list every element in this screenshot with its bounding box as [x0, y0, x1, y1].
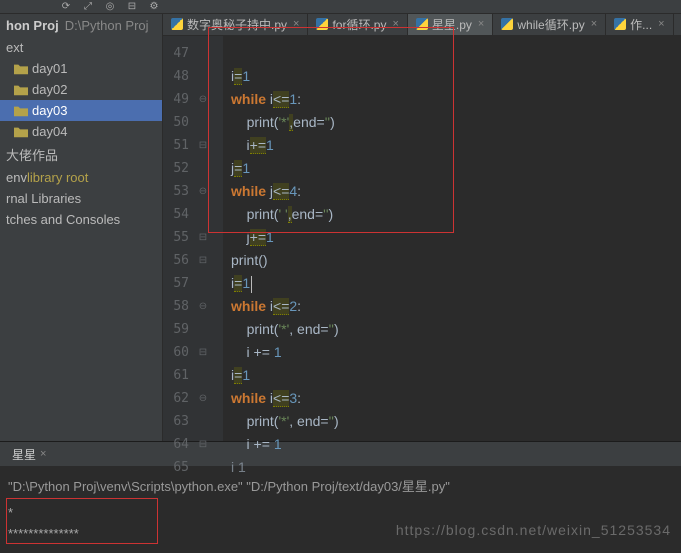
- gutter: 474849⊖5051⊟5253⊖5455⊟56⊟5758⊖5960⊟6162⊖…: [163, 36, 223, 441]
- project-tree: extday01day02day03day04大佬作品env library r…: [0, 37, 162, 230]
- close-icon[interactable]: ×: [591, 18, 597, 30]
- tree-item[interactable]: env library root: [0, 167, 162, 188]
- run-tab-label: 星星: [12, 446, 36, 463]
- close-icon[interactable]: ×: [478, 18, 484, 30]
- console-command: "D:\Python Proj\venv\Scripts\python.exe"…: [8, 476, 673, 495]
- editor-tab[interactable]: 数字奥秘子持中.py×: [163, 14, 308, 35]
- tree-item[interactable]: rnal Libraries: [0, 188, 162, 209]
- expand-icon[interactable]: ⤢: [82, 1, 94, 13]
- line-number: 51: [163, 138, 193, 153]
- code-line[interactable]: j+=1: [223, 226, 681, 249]
- line-number: 58: [163, 299, 193, 314]
- line-number: 47: [163, 46, 193, 61]
- main-row: hon Proj D:\Python Proj extday01day02day…: [0, 14, 681, 441]
- code-line[interactable]: j=1: [223, 157, 681, 180]
- fold-icon[interactable]: ⊖: [193, 94, 213, 105]
- code-line[interactable]: while i<=2:: [223, 295, 681, 318]
- tree-item[interactable]: tches and Consoles: [0, 209, 162, 230]
- line-number: 53: [163, 184, 193, 199]
- project-root-name: hon Proj: [6, 18, 59, 33]
- code-line[interactable]: i=1: [223, 65, 681, 88]
- code-line[interactable]: print(): [223, 249, 681, 272]
- tree-item[interactable]: day04: [0, 121, 162, 142]
- editor-area: 数字奥秘子持中.py×for循环.py×星星.py×while循环.py×作..…: [163, 14, 681, 441]
- top-toolbar: ⟳ ⤢ ◎ ⊟ ⚙: [0, 0, 681, 14]
- python-icon: [171, 18, 183, 30]
- fold-icon[interactable]: ⊟: [193, 232, 213, 243]
- line-number: 52: [163, 161, 193, 176]
- code-line[interactable]: print('*',end=''): [223, 111, 681, 134]
- line-number: 57: [163, 276, 193, 291]
- editor-tab[interactable]: while循环.py×: [493, 14, 606, 35]
- console-output-line: *: [8, 505, 673, 520]
- settings-icon[interactable]: ⚙: [148, 1, 160, 13]
- editor-tab[interactable]: 作...×: [606, 14, 673, 35]
- line-number: 61: [163, 368, 193, 383]
- fold-icon[interactable]: ⊖: [193, 393, 213, 404]
- tree-item[interactable]: day03: [0, 100, 162, 121]
- python-icon: [614, 18, 626, 30]
- code-line[interactable]: print('*', end=''): [223, 410, 681, 433]
- line-number: 48: [163, 69, 193, 84]
- code-text[interactable]: i=1while i<=1: print('*',end='') i+=1j=1…: [223, 36, 681, 441]
- collapse-icon[interactable]: ⊟: [126, 1, 138, 13]
- code-line[interactable]: while j<=4:: [223, 180, 681, 203]
- fold-icon[interactable]: ⊖: [193, 301, 213, 312]
- line-number: 54: [163, 207, 193, 222]
- python-icon: [316, 18, 328, 30]
- tree-item[interactable]: ext: [0, 37, 162, 58]
- fold-icon[interactable]: ⊟: [193, 140, 213, 151]
- run-tab[interactable]: 星星 ×: [6, 444, 52, 465]
- line-number: 49: [163, 92, 193, 107]
- console[interactable]: "D:\Python Proj\venv\Scripts\python.exe"…: [0, 466, 681, 551]
- tree-item[interactable]: 大佬作品: [0, 142, 162, 167]
- fold-icon[interactable]: ⊖: [193, 186, 213, 197]
- line-number: 62: [163, 391, 193, 406]
- line-number: 55: [163, 230, 193, 245]
- code-line[interactable]: i=1: [223, 272, 681, 295]
- python-icon: [416, 18, 428, 30]
- close-icon[interactable]: ×: [392, 18, 398, 30]
- editor-tabs: 数字奥秘子持中.py×for循环.py×星星.py×while循环.py×作..…: [163, 14, 681, 36]
- code-line[interactable]: i+=1: [223, 134, 681, 157]
- editor-tab[interactable]: 星星.py×: [408, 14, 493, 35]
- close-icon[interactable]: ×: [40, 448, 46, 460]
- code-line[interactable]: i += 1: [223, 341, 681, 364]
- fold-icon[interactable]: ⊟: [193, 347, 213, 358]
- line-number: 50: [163, 115, 193, 130]
- line-number: 56: [163, 253, 193, 268]
- python-icon: [501, 18, 513, 30]
- code-line[interactable]: print('*', end=''): [223, 318, 681, 341]
- line-number: 64: [163, 437, 193, 452]
- editor-tab[interactable]: for循环.py×: [308, 14, 407, 35]
- code-line[interactable]: while i<=1:: [223, 88, 681, 111]
- target-icon[interactable]: ◎: [104, 1, 116, 13]
- refresh-icon[interactable]: ⟳: [60, 1, 72, 13]
- code-area: 474849⊖5051⊟5253⊖5455⊟56⊟5758⊖5960⊟6162⊖…: [163, 36, 681, 441]
- close-icon[interactable]: ×: [293, 18, 299, 30]
- code-line[interactable]: [223, 42, 681, 65]
- code-line[interactable]: i += 1: [223, 433, 681, 456]
- tree-item[interactable]: day02: [0, 79, 162, 100]
- code-line[interactable]: while i<=3:: [223, 387, 681, 410]
- tree-item[interactable]: day01: [0, 58, 162, 79]
- fold-icon[interactable]: ⊟: [193, 439, 213, 450]
- fold-icon[interactable]: ⊟: [193, 255, 213, 266]
- line-number: 60: [163, 345, 193, 360]
- console-output-line: **************: [8, 526, 673, 541]
- code-line[interactable]: i=1: [223, 364, 681, 387]
- line-number: 63: [163, 414, 193, 429]
- code-line[interactable]: print(' ',end=''): [223, 203, 681, 226]
- close-icon[interactable]: ×: [658, 18, 664, 30]
- project-panel: hon Proj D:\Python Proj extday01day02day…: [0, 14, 163, 441]
- line-number: 59: [163, 322, 193, 337]
- project-header[interactable]: hon Proj D:\Python Proj: [0, 14, 162, 37]
- project-root-path: D:\Python Proj: [65, 18, 149, 33]
